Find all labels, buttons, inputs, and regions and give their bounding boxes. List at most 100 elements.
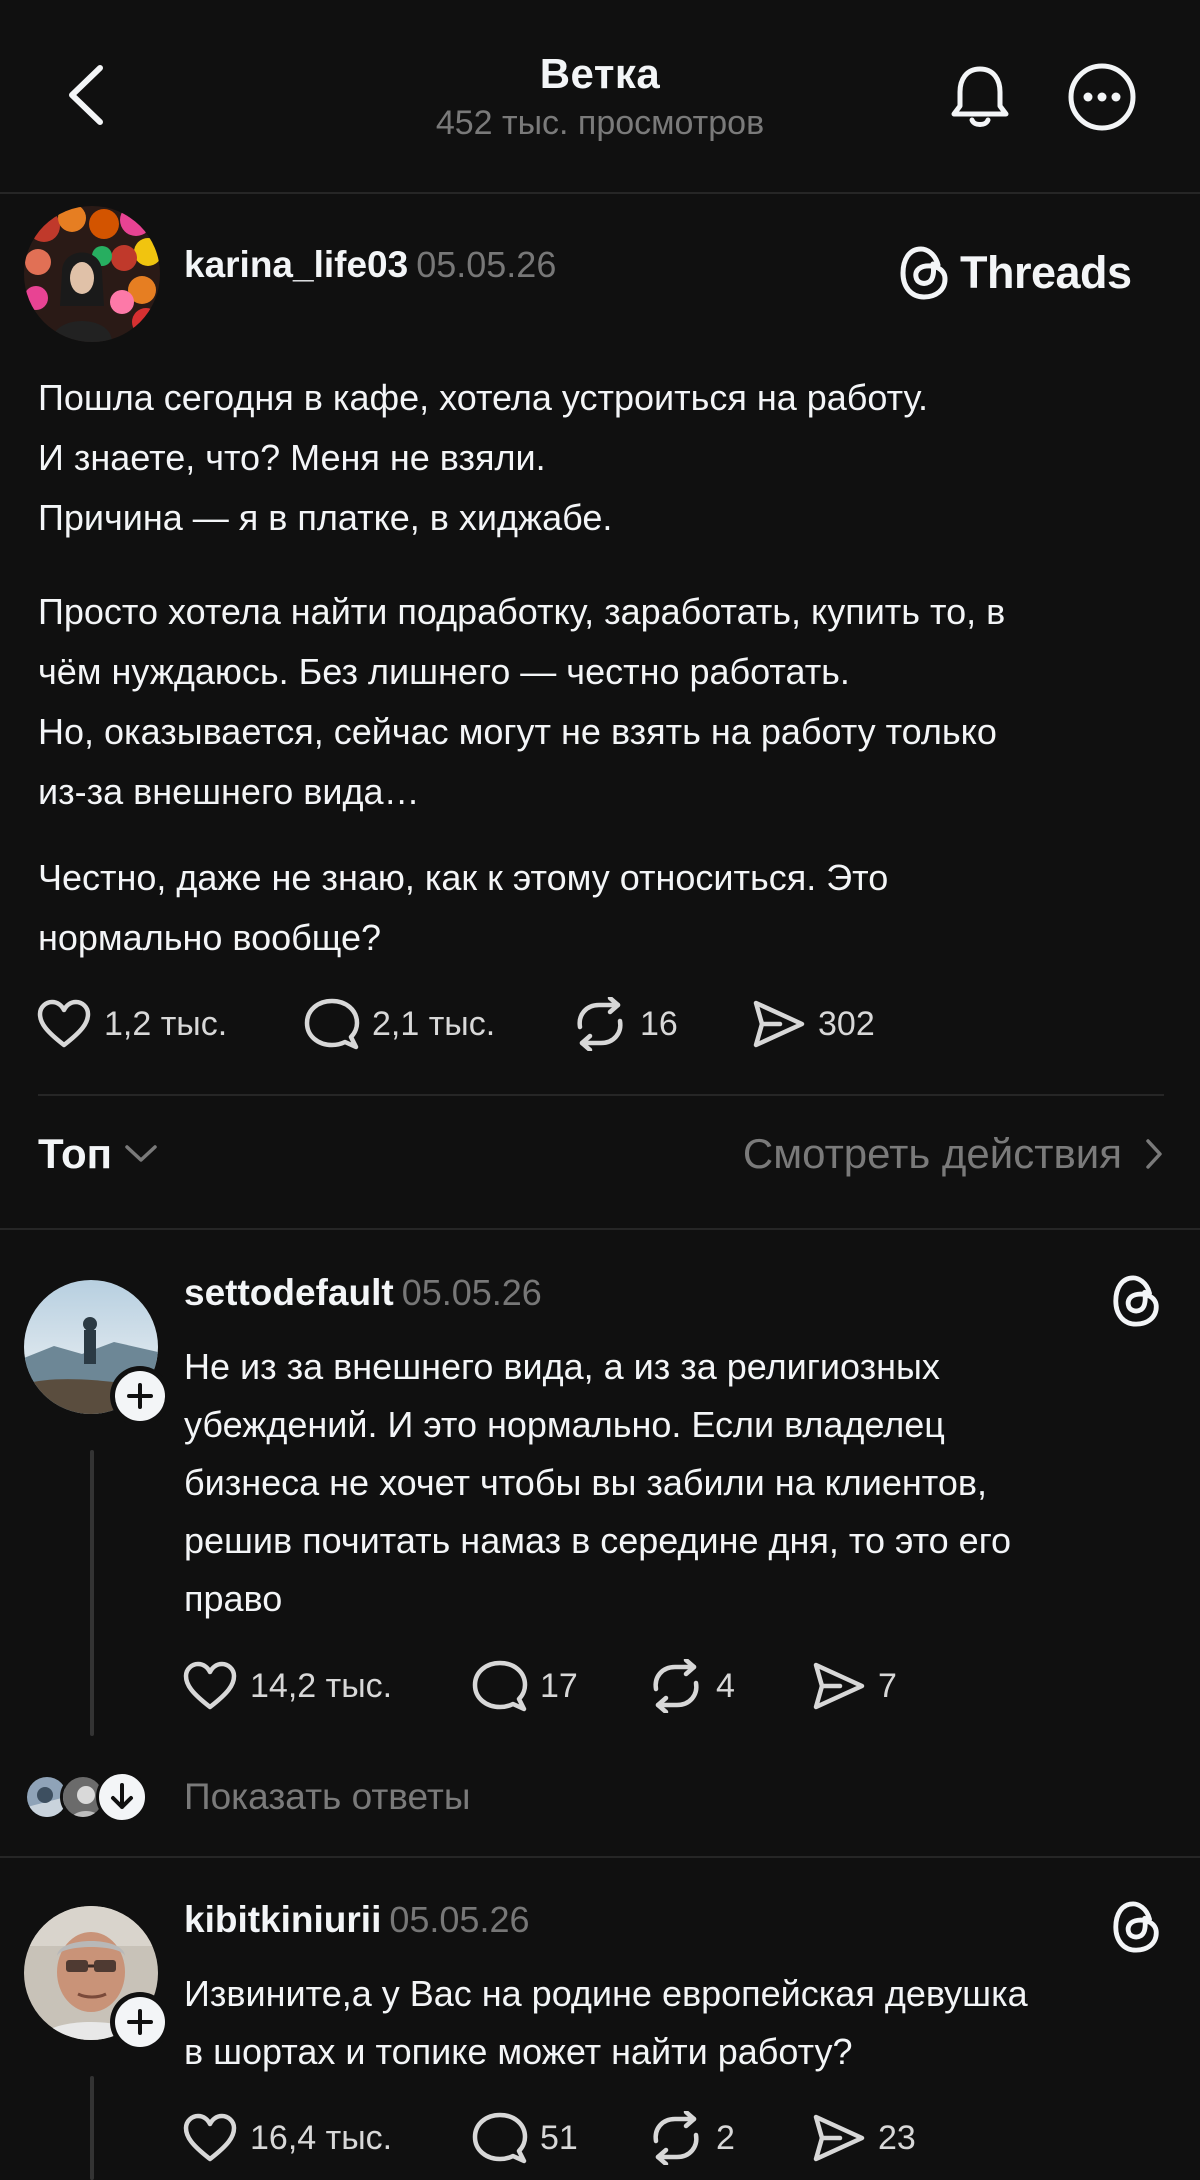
- post-line: И знаете, что? Меня не взяли.: [38, 437, 546, 478]
- repost-button[interactable]: 16: [572, 994, 678, 1054]
- thread-line: [90, 2076, 94, 2180]
- divider: [0, 1228, 1200, 1230]
- repost-icon: [653, 2111, 699, 2165]
- repost-count: 2: [716, 2118, 735, 2157]
- notifications-button[interactable]: [948, 62, 1012, 132]
- post-line: из-за внешнего вида…: [38, 771, 420, 812]
- plus-icon: [127, 2009, 153, 2035]
- reply-line: право: [184, 1578, 283, 1619]
- thread-line: [90, 1450, 94, 1736]
- reply-username-text[interactable]: kibitkiniurii: [184, 1899, 381, 1940]
- show-replies-label: Показать ответы: [184, 1776, 471, 1817]
- post-body: Пошла сегодня в кафе, хотела устроиться …: [38, 368, 1178, 548]
- speech-bubble-icon: [472, 1660, 528, 1712]
- author-username[interactable]: karina_life03 05.05.26: [184, 244, 556, 286]
- comment-count: 2,1 тыс.: [372, 1004, 496, 1043]
- arrow-down-icon: [111, 1783, 133, 1809]
- reply-username-text[interactable]: settodefault: [184, 1272, 394, 1313]
- speech-bubble-icon: [472, 2112, 528, 2164]
- reply-line: решив почитать намаз в середине дня, то …: [184, 1520, 1012, 1561]
- speech-bubble-icon: [304, 998, 360, 1050]
- bell-icon: [951, 66, 1009, 127]
- share-button[interactable]: 7: [810, 1656, 897, 1716]
- post-line: Просто хотела найти подработку, заработа…: [38, 591, 1006, 632]
- like-count: 1,2 тыс.: [104, 1004, 228, 1043]
- post-line: Пошла сегодня в кафе, хотела устроиться …: [38, 377, 928, 418]
- show-replies-button[interactable]: Показать ответы: [24, 1770, 470, 1824]
- reply-line: Извините,а у Вас на родине европейская д…: [184, 1973, 1028, 2014]
- comment-button[interactable]: 2,1 тыс.: [304, 994, 495, 1054]
- sort-label: Топ: [38, 1130, 113, 1177]
- reply-date: 05.05.26: [389, 1899, 530, 1940]
- reply-username[interactable]: kibitkiniurii 05.05.26: [184, 1899, 530, 1941]
- threads-brand-text: Threads: [960, 247, 1132, 298]
- view-activity-link[interactable]: Смотреть действия: [743, 1130, 1164, 1178]
- divider: [0, 1856, 1200, 1858]
- like-count: 14,2 тыс.: [250, 1666, 393, 1705]
- reply-body: Извините,а у Вас на родине европейская д…: [184, 1965, 1174, 2081]
- threads-brand: Threads: [900, 242, 1132, 304]
- follow-button[interactable]: [110, 1992, 170, 2052]
- sort-dropdown[interactable]: Топ: [38, 1130, 158, 1178]
- post-date: 05.05.26: [416, 244, 557, 285]
- repost-button[interactable]: 4: [648, 1656, 735, 1716]
- post-line: чём нуждаюсь. Без лишнего — честно работ…: [38, 651, 850, 692]
- post-line: Причина — я в платке, в хиджабе.: [38, 497, 613, 538]
- reply-line: бизнеса не хочет чтобы вы забили на клие…: [184, 1462, 988, 1503]
- chevron-down-icon: [125, 1145, 157, 1162]
- activity-label: Смотреть действия: [742, 1130, 1122, 1177]
- threads-logo-icon[interactable]: [1112, 1900, 1162, 1954]
- like-button[interactable]: 14,2 тыс.: [182, 1656, 392, 1716]
- share-count: 23: [878, 2118, 916, 2157]
- send-icon: [813, 2114, 865, 2162]
- comment-button[interactable]: 51: [472, 2108, 578, 2168]
- reply-body: Не из за внешнего вида, а из за религиоз…: [184, 1338, 1174, 1628]
- reply-line: Не из за внешнего вида, а из за религиоз…: [184, 1346, 940, 1387]
- expand-replies: [96, 1771, 148, 1823]
- reply-line: в шортах и топике может найти работу?: [184, 2031, 853, 2072]
- repost-icon: [653, 1659, 699, 1713]
- comment-count: 51: [540, 2118, 578, 2157]
- chevron-right-icon: [1146, 1139, 1162, 1169]
- post-line: Честно, даже не знаю, как к этому относи…: [38, 857, 889, 898]
- comment-button[interactable]: 17: [472, 1656, 578, 1716]
- like-button[interactable]: 16,4 тыс.: [182, 2108, 392, 2168]
- reply-line: убеждений. И это нормально. Если владеле…: [184, 1404, 945, 1445]
- post-line: Но, оказывается, сейчас могут не взять н…: [38, 711, 997, 752]
- repost-icon: [577, 997, 623, 1051]
- plus-icon: [127, 1383, 153, 1409]
- share-button[interactable]: 302: [750, 994, 875, 1054]
- author-avatar[interactable]: [24, 206, 160, 342]
- repost-button[interactable]: 2: [648, 2108, 735, 2168]
- comment-count: 17: [540, 1666, 578, 1705]
- like-count: 16,4 тыс.: [250, 2118, 393, 2157]
- threads-logo-icon: [900, 246, 948, 300]
- author-name-text[interactable]: karina_life03: [184, 244, 408, 285]
- reply-actions: 16,4 тыс. 51 2 23: [182, 2108, 1082, 2168]
- share-count: 7: [878, 1666, 897, 1705]
- post-body: Просто хотела найти подработку, заработа…: [38, 582, 1178, 822]
- post-line: нормально вообще?: [38, 917, 382, 958]
- like-button[interactable]: 1,2 тыс.: [36, 994, 227, 1054]
- send-icon: [753, 1000, 805, 1048]
- page-title: Ветка: [539, 50, 661, 97]
- divider: [38, 1094, 1164, 1096]
- view-count: 452 тыс. просмотров: [435, 104, 765, 142]
- send-icon: [813, 1662, 865, 1710]
- heart-icon: [183, 2113, 237, 2162]
- more-options-button[interactable]: [1067, 62, 1137, 132]
- repost-count: 16: [640, 1004, 678, 1043]
- post-body: Честно, даже не знаю, как к этому относи…: [38, 848, 1178, 968]
- share-count: 302: [818, 1004, 875, 1043]
- share-button[interactable]: 23: [810, 2108, 916, 2168]
- more-horizontal-icon: [1068, 63, 1136, 131]
- reply-date: 05.05.26: [401, 1272, 542, 1313]
- follow-button[interactable]: [110, 1366, 170, 1426]
- reply-username[interactable]: settodefault 05.05.26: [184, 1272, 542, 1314]
- heart-icon: [183, 1661, 237, 1710]
- heart-icon: [37, 999, 91, 1048]
- top-bar: Ветка 452 тыс. просмотров: [0, 0, 1200, 194]
- repost-count: 4: [716, 1666, 735, 1705]
- threads-logo-icon[interactable]: [1112, 1274, 1162, 1328]
- reply-actions: 14,2 тыс. 17 4 7: [182, 1656, 1082, 1716]
